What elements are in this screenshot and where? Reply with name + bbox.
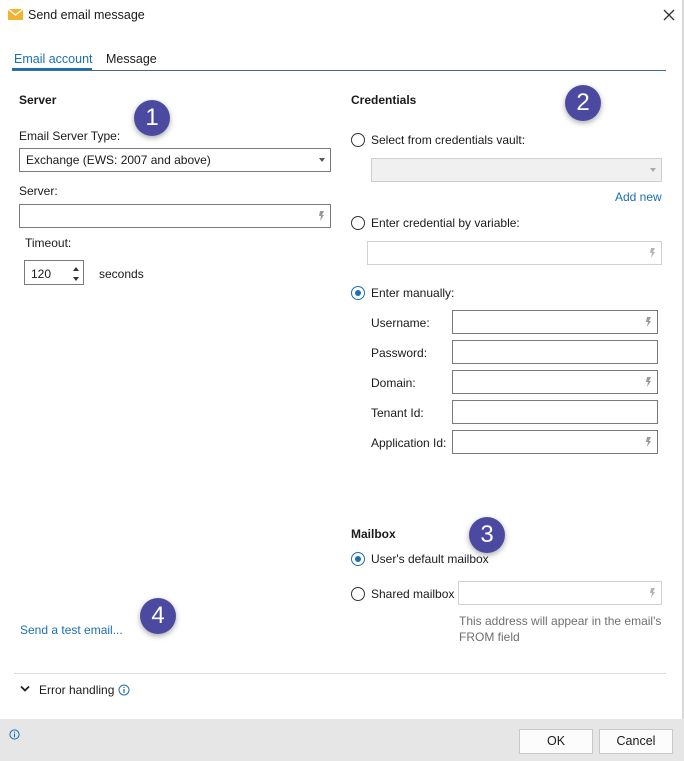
tab-message[interactable]: Message	[106, 52, 157, 66]
username-label: Username:	[371, 316, 430, 330]
error-handling-divider	[14, 673, 666, 674]
close-icon[interactable]	[660, 6, 678, 24]
shared-mailbox-input[interactable]	[458, 581, 662, 605]
annotation-badge-2: 2	[565, 85, 601, 121]
mailbox-heading: Mailbox	[351, 527, 396, 541]
cancel-button[interactable]: Cancel	[599, 729, 673, 754]
tenant-id-label: Tenant Id:	[371, 406, 424, 420]
add-new-link[interactable]: Add new	[615, 190, 662, 204]
window-title: Send email message	[28, 8, 145, 22]
tabs-divider	[12, 70, 666, 71]
variable-icon[interactable]	[645, 376, 653, 388]
spin-arrows-icon[interactable]	[71, 263, 81, 285]
server-label: Server:	[19, 184, 58, 198]
password-input[interactable]	[452, 340, 658, 364]
variable-icon[interactable]	[645, 436, 653, 448]
domain-input[interactable]	[452, 370, 658, 394]
chevron-down-icon	[650, 168, 656, 172]
annotation-badge-3: 3	[469, 517, 505, 553]
variable-input[interactable]	[367, 241, 662, 265]
default-mailbox-radio[interactable]	[351, 552, 365, 566]
annotation-badge-4: 4	[140, 598, 176, 634]
info-icon[interactable]	[9, 729, 20, 740]
chevron-down-icon[interactable]	[20, 685, 30, 693]
tenant-id-input[interactable]	[452, 400, 658, 424]
application-id-label: Application Id:	[371, 436, 447, 450]
variable-label: Enter credential by variable:	[371, 216, 520, 230]
server-input[interactable]	[19, 204, 331, 228]
envelope-icon	[8, 8, 23, 20]
vault-select[interactable]	[371, 158, 662, 182]
error-handling-toggle[interactable]: Error handling	[39, 683, 114, 697]
send-test-email-link[interactable]: Send a test email...	[20, 623, 123, 637]
application-id-input[interactable]	[452, 430, 658, 454]
username-input[interactable]	[452, 310, 658, 334]
email-server-type-value: Exchange (EWS: 2007 and above)	[26, 153, 211, 167]
credentials-heading: Credentials	[351, 93, 417, 107]
manual-label: Enter manually:	[371, 286, 455, 300]
ok-button[interactable]: OK	[519, 729, 593, 754]
variable-icon[interactable]	[318, 210, 326, 222]
vault-radio[interactable]	[351, 133, 365, 147]
timeout-value: 120	[31, 267, 52, 281]
timeout-stepper[interactable]: 120	[24, 260, 84, 285]
timeout-unit: seconds	[99, 267, 144, 281]
tab-email-account[interactable]: Email account	[14, 52, 93, 66]
vault-label: Select from credentials vault:	[371, 133, 526, 147]
shared-mailbox-label: Shared mailbox	[371, 587, 455, 601]
shared-mailbox-radio[interactable]	[351, 587, 365, 601]
annotation-badge-1: 1	[134, 100, 170, 136]
email-server-type-select[interactable]: Exchange (EWS: 2007 and above)	[19, 148, 331, 172]
email-server-type-label: Email Server Type:	[19, 129, 121, 143]
server-heading: Server	[19, 93, 57, 107]
variable-icon[interactable]	[645, 316, 653, 328]
default-mailbox-label: User's default mailbox	[371, 552, 489, 566]
info-icon[interactable]	[118, 684, 130, 696]
variable-icon[interactable]	[649, 247, 657, 259]
manual-radio[interactable]	[351, 286, 365, 300]
domain-label: Domain:	[371, 376, 416, 390]
shared-mailbox-hint: This address will appear in the email's …	[459, 614, 662, 644]
password-label: Password:	[371, 346, 428, 360]
variable-radio[interactable]	[351, 216, 365, 230]
chevron-down-icon	[319, 158, 325, 162]
timeout-label: Timeout:	[25, 236, 72, 250]
variable-icon[interactable]	[649, 587, 657, 599]
